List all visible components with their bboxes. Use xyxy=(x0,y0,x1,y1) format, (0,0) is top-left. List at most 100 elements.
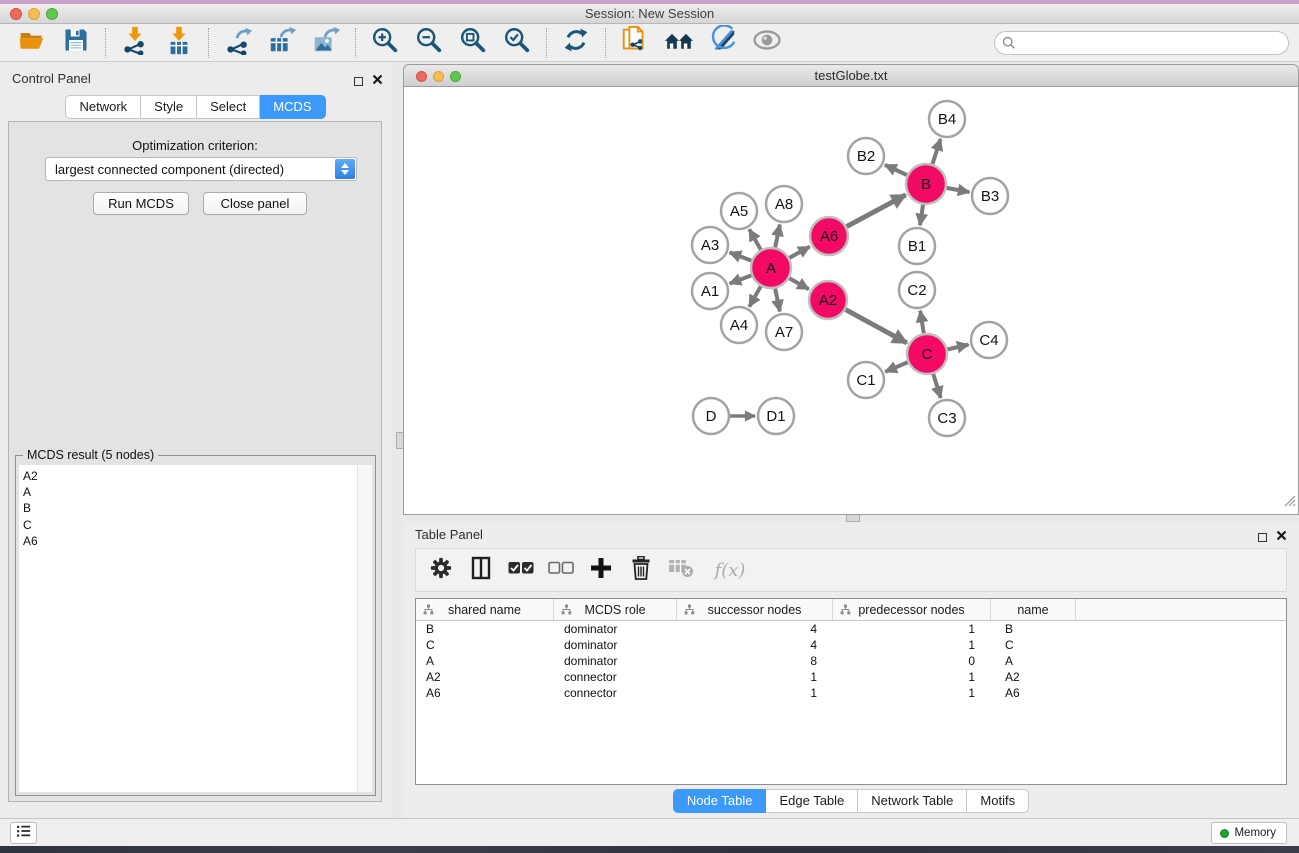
export-image-button[interactable] xyxy=(308,27,344,59)
deselect-all-button[interactable] xyxy=(548,555,574,585)
tab-network-table[interactable]: Network Table xyxy=(858,789,967,813)
node-table[interactable]: shared nameMCDS rolesuccessor nodesprede… xyxy=(415,598,1287,785)
window-titlebar[interactable]: Session: New Session xyxy=(0,4,1299,24)
function-builder-button[interactable]: f(x) xyxy=(708,555,752,585)
zoom-out-button[interactable] xyxy=(411,27,447,59)
close-panel-icon[interactable] xyxy=(1276,528,1287,546)
table-row[interactable]: A6connector11A6 xyxy=(416,685,1286,701)
cell-name[interactable]: A2 xyxy=(991,669,1076,685)
panel-divider-handle[interactable] xyxy=(396,432,403,449)
save-session-button[interactable] xyxy=(58,27,94,59)
panel-divider-handle[interactable] xyxy=(846,515,860,522)
criterion-select[interactable]: largest connected component (directed) xyxy=(45,157,357,181)
table-row[interactable]: Adominator80A xyxy=(416,653,1286,669)
float-panel-icon[interactable] xyxy=(354,77,363,86)
tab-network[interactable]: Network xyxy=(65,95,141,119)
network-canvas[interactable]: AA1A2A3A4A5A6A7A8BB1B2B3B4CC1C2C3C4DD1 xyxy=(403,87,1299,515)
mcds-list-scrollbar[interactable] xyxy=(357,465,372,792)
cell-MCDS-role[interactable]: dominator xyxy=(554,637,677,653)
close-panel-button[interactable]: Close panel xyxy=(203,192,307,215)
tab-node-table[interactable]: Node Table xyxy=(673,789,767,813)
open-network-file-button[interactable] xyxy=(617,27,653,59)
graph-node-label-D1: D1 xyxy=(766,408,785,425)
show-columns-button[interactable] xyxy=(468,555,494,585)
open-file-button[interactable] xyxy=(14,27,50,59)
cell-shared-name[interactable]: B xyxy=(416,621,554,637)
graph-edge-A6-B xyxy=(847,195,906,227)
resize-grip[interactable] xyxy=(1282,493,1296,512)
cell-name[interactable]: A6 xyxy=(991,685,1076,701)
cell-name[interactable]: B xyxy=(991,621,1076,637)
select-all-button[interactable] xyxy=(508,555,534,585)
cell-successor-nodes[interactable]: 8 xyxy=(677,653,833,669)
table-row[interactable]: Bdominator41B xyxy=(416,621,1286,637)
show-view-button[interactable] xyxy=(749,27,785,59)
mcds-result-list[interactable]: A2ABCA6 xyxy=(19,465,372,792)
table-header-row: shared nameMCDS rolesuccessor nodesprede… xyxy=(416,599,1286,621)
tab-motifs[interactable]: Motifs xyxy=(967,789,1029,813)
cell-predecessor-nodes[interactable]: 0 xyxy=(833,653,991,669)
zoom-selected-button[interactable] xyxy=(499,27,535,59)
tab-edge-table[interactable]: Edge Table xyxy=(766,789,858,813)
import-network-button[interactable] xyxy=(117,27,153,59)
column-group-icon xyxy=(684,604,695,618)
cell-successor-nodes[interactable]: 4 xyxy=(677,621,833,637)
zoom-selected-icon xyxy=(502,25,532,60)
cell-predecessor-nodes[interactable]: 1 xyxy=(833,685,991,701)
add-row-button[interactable] xyxy=(588,555,614,585)
zoom-out-icon xyxy=(414,25,444,60)
cell-shared-name[interactable]: A2 xyxy=(416,669,554,685)
hide-labels-button[interactable] xyxy=(705,27,741,59)
cell-predecessor-nodes[interactable]: 1 xyxy=(833,637,991,653)
mcds-result-item[interactable]: C xyxy=(19,517,372,533)
delete-table-button[interactable] xyxy=(668,555,694,585)
cell-predecessor-nodes[interactable]: 1 xyxy=(833,621,991,637)
cell-predecessor-nodes[interactable]: 1 xyxy=(833,669,991,685)
cell-name[interactable]: C xyxy=(991,637,1076,653)
refresh-button[interactable] xyxy=(558,27,594,59)
network-graph[interactable]: AA1A2A3A4A5A6A7A8BB1B2B3B4CC1C2C3C4DD1 xyxy=(404,87,1298,514)
float-panel-icon[interactable] xyxy=(1258,533,1267,542)
cell-MCDS-role[interactable]: connector xyxy=(554,669,677,685)
mcds-result-item[interactable]: B xyxy=(19,500,372,516)
home-button[interactable] xyxy=(661,27,697,59)
tab-style[interactable]: Style xyxy=(141,95,197,119)
column-header-MCDS-role[interactable]: MCDS role xyxy=(554,599,677,620)
table-row[interactable]: Cdominator41C xyxy=(416,637,1286,653)
cell-shared-name[interactable]: C xyxy=(416,637,554,653)
tab-select[interactable]: Select xyxy=(197,95,260,119)
column-header-name[interactable]: name xyxy=(991,599,1076,620)
table-row[interactable]: A2connector11A2 xyxy=(416,669,1286,685)
cell-shared-name[interactable]: A6 xyxy=(416,685,554,701)
zoom-in-button[interactable] xyxy=(367,27,403,59)
network-window-titlebar[interactable]: testGlobe.txt xyxy=(403,64,1299,87)
zoom-fit-button[interactable] xyxy=(455,27,491,59)
cell-successor-nodes[interactable]: 1 xyxy=(677,669,833,685)
export-network-button[interactable] xyxy=(220,27,256,59)
run-mcds-button[interactable]: Run MCDS xyxy=(93,192,189,215)
cell-name[interactable]: A xyxy=(991,653,1076,669)
cell-shared-name[interactable]: A xyxy=(416,653,554,669)
mcds-result-item[interactable]: A xyxy=(19,484,372,500)
task-history-button[interactable] xyxy=(10,822,37,844)
cell-MCDS-role[interactable]: dominator xyxy=(554,653,677,669)
tab-mcds[interactable]: MCDS xyxy=(260,95,325,119)
mcds-result-item[interactable]: A6 xyxy=(19,533,372,549)
delete-row-button[interactable] xyxy=(628,555,654,585)
cell-MCDS-role[interactable]: dominator xyxy=(554,621,677,637)
table-settings-button[interactable] xyxy=(428,555,454,585)
import-table-button[interactable] xyxy=(161,27,197,59)
mcds-result-item[interactable]: A2 xyxy=(19,468,372,484)
column-header-shared-name[interactable]: shared name xyxy=(416,599,554,620)
memory-button[interactable]: Memory xyxy=(1211,822,1287,844)
search-input[interactable] xyxy=(994,31,1289,55)
mcds-result-group: MCDS result (5 nodes) A2ABCA6 xyxy=(15,455,376,796)
hide-labels-icon xyxy=(708,25,738,60)
column-header-predecessor-nodes[interactable]: predecessor nodes xyxy=(833,599,991,620)
cell-MCDS-role[interactable]: connector xyxy=(554,685,677,701)
column-header-successor-nodes[interactable]: successor nodes xyxy=(677,599,833,620)
cell-successor-nodes[interactable]: 1 xyxy=(677,685,833,701)
export-table-button[interactable] xyxy=(264,27,300,59)
close-panel-icon[interactable] xyxy=(372,72,383,90)
cell-successor-nodes[interactable]: 4 xyxy=(677,637,833,653)
